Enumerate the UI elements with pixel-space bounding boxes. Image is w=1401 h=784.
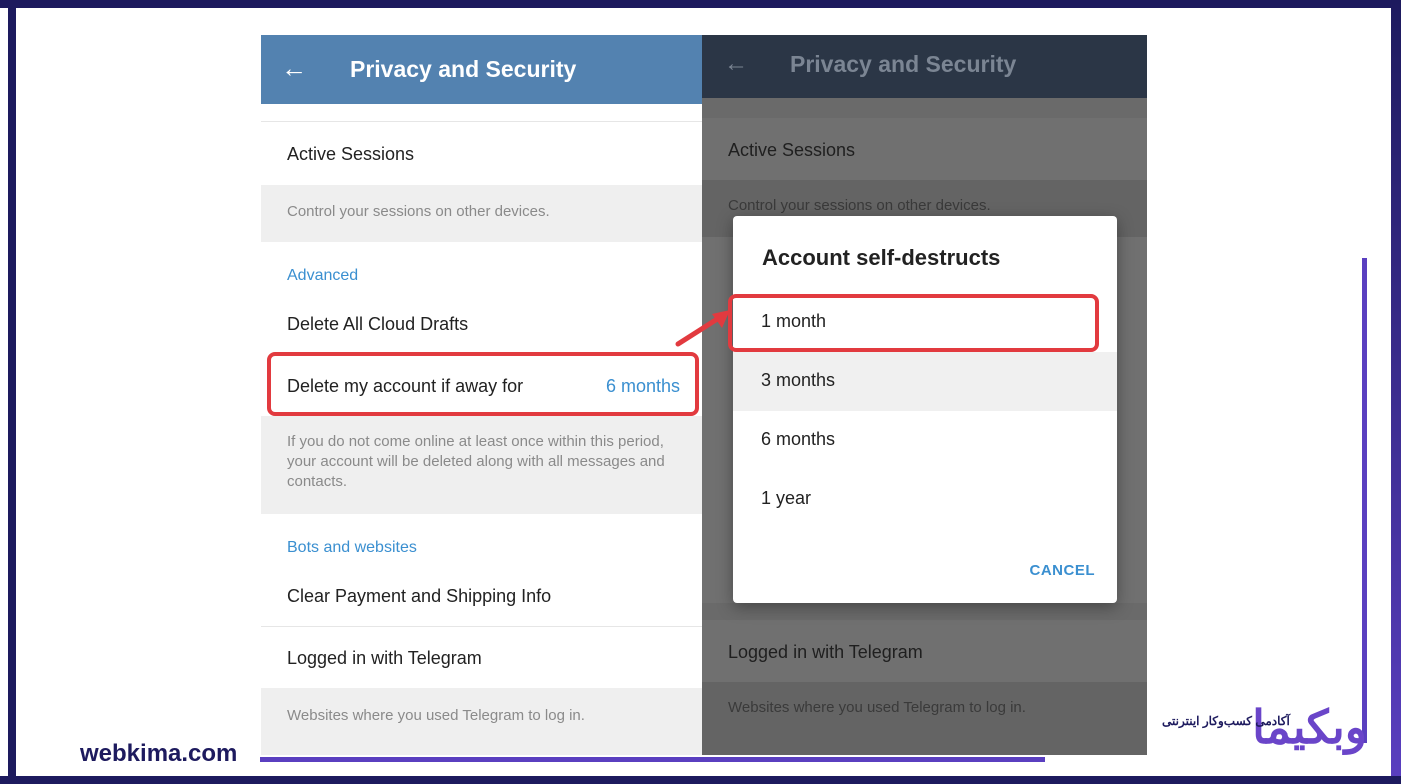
option-label: 1 year — [761, 488, 812, 508]
webkima-logo: وبکیما آکادمی کسب‌وکار اینترنتی — [1052, 700, 1367, 760]
divider — [261, 121, 702, 122]
frame-left-border — [8, 8, 16, 776]
delete-account-note-box: If you do not come online at least once … — [261, 416, 702, 514]
option-1-year[interactable]: 1 year — [733, 470, 1117, 529]
page-title-dimmed: Privacy and Security — [790, 51, 1017, 77]
arrow-left-icon[interactable]: ← — [281, 53, 307, 84]
bots-section-header: Bots and websites — [261, 514, 702, 564]
logged-in-note-box: Websites where you used Telegram to log … — [261, 688, 702, 755]
site-url[interactable]: webkima.com — [80, 740, 237, 768]
self-destruct-dialog: Account self-destructs 1 month 3 months … — [733, 216, 1117, 603]
frame-top-border — [0, 0, 1401, 8]
delete-account-note: If you do not come online at least once … — [287, 433, 665, 490]
app-bar-dimmed: ← Privacy and Security — [702, 35, 1147, 98]
option-6-months[interactable]: 6 months — [733, 411, 1117, 470]
frame-bottom-border — [0, 776, 1401, 784]
clear-payment-item[interactable]: Clear Payment and Shipping Info — [261, 564, 702, 626]
cancel-button[interactable]: CANCEL — [1030, 562, 1096, 579]
arrow-left-icon: ← — [724, 50, 748, 77]
option-3-months[interactable]: 3 months — [733, 352, 1117, 411]
page-title: Privacy and Security — [350, 56, 577, 82]
active-sessions-note-box: Control your sessions on other devices. — [261, 185, 702, 242]
decorative-vertical-bar — [1362, 258, 1367, 743]
advanced-section-header: Advanced — [261, 242, 702, 292]
highlight-1-month — [728, 294, 1099, 352]
frame-right-border — [1391, 0, 1401, 784]
active-sessions-label-dimmed: Active Sessions — [728, 140, 856, 160]
logged-in-telegram-item-dimmed: Logged in with Telegram — [702, 620, 1147, 682]
footer-rule — [260, 757, 1045, 762]
section-title-bots: Bots and websites — [287, 539, 417, 556]
logged-in-telegram-item[interactable]: Logged in with Telegram — [261, 627, 702, 688]
logged-in-note-dimmed: Websites where you used Telegram to log … — [728, 699, 1026, 716]
dialog-title: Account self-destructs — [762, 245, 1001, 270]
logged-in-telegram-label: Logged in with Telegram — [287, 648, 482, 668]
pointer-arrow-icon — [675, 310, 730, 347]
section-title-advanced: Advanced — [287, 267, 359, 284]
delete-drafts-label: Delete All Cloud Drafts — [287, 314, 469, 334]
option-label: 3 months — [761, 370, 836, 390]
active-sessions-item-dimmed: Active Sessions — [702, 118, 1147, 180]
highlight-delete-account — [267, 352, 699, 416]
logo-tagline: آکادمی کسب‌وکار اینترنتی — [1162, 714, 1290, 728]
delete-drafts-item[interactable]: Delete All Cloud Drafts — [261, 292, 702, 354]
logged-in-telegram-label-dimmed: Logged in with Telegram — [728, 642, 923, 662]
active-sessions-item[interactable]: Active Sessions — [261, 123, 702, 185]
active-sessions-note: Control your sessions on other devices. — [287, 203, 550, 220]
logged-in-note: Websites where you used Telegram to log … — [287, 707, 585, 724]
active-sessions-note-dimmed: Control your sessions on other devices. — [728, 197, 991, 214]
active-sessions-label: Active Sessions — [287, 144, 415, 164]
app-bar: ← Privacy and Security — [261, 35, 702, 104]
option-label: 6 months — [761, 429, 836, 449]
clear-payment-label: Clear Payment and Shipping Info — [287, 586, 552, 606]
